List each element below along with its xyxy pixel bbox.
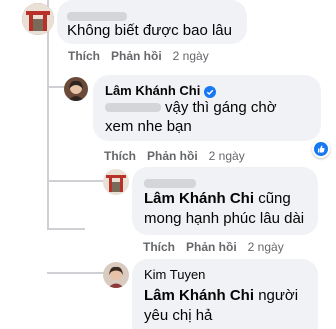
thread-line: [47, 0, 49, 230]
comment-text: mong hạnh phúc lâu dài: [144, 210, 305, 227]
comment-actions: Thích Phản hồi 2 ngày: [143, 240, 284, 254]
reaction-badge[interactable]: [312, 140, 330, 158]
timestamp[interactable]: 2 ngày: [248, 240, 284, 254]
mention-link[interactable]: Lâm Khánh Chi: [144, 287, 254, 304]
tagged-name-hidden: [105, 103, 161, 113]
avatar[interactable]: [103, 169, 129, 195]
comment-text: Không biết được bao lâu: [67, 22, 232, 39]
comment-bubble: Lâm Khánh Chi cũng mong hạnh phúc lâu dà…: [132, 167, 318, 235]
avatar-image-icon: [103, 262, 129, 288]
reply-button[interactable]: Phản hồi: [111, 49, 162, 63]
comment-text: người: [258, 287, 299, 304]
avatar[interactable]: [103, 262, 129, 288]
avatar-image-icon: [22, 3, 54, 35]
thumbs-up-icon: [314, 142, 328, 156]
like-button[interactable]: Thích: [104, 149, 136, 163]
timestamp[interactable]: 2 ngày: [173, 49, 209, 63]
like-button[interactable]: Thích: [143, 240, 175, 254]
thread-line: [47, 180, 105, 182]
comment-text: cũng: [258, 190, 291, 207]
avatar[interactable]: [64, 77, 88, 101]
verified-badge-icon: [204, 85, 217, 98]
comment-bubble: Không biết được bao lâu: [57, 0, 247, 44]
reply-button[interactable]: Phản hồi: [147, 149, 198, 163]
thread-line: [47, 86, 65, 88]
comment-bubble: Kim Tuyen Lâm Khánh Chi người yêu chị hả: [132, 259, 318, 329]
thread-line: [47, 228, 85, 230]
timestamp[interactable]: 2 ngày: [209, 149, 245, 163]
comment-text: xem nhe bạn: [105, 118, 192, 135]
comment-line: Lâm Khánh Chi người: [144, 286, 298, 305]
author-name[interactable]: Lâm Khánh Chi: [105, 83, 200, 98]
avatar-image-icon: [64, 77, 88, 101]
comment-line: Lâm Khánh Chi cũng: [144, 189, 291, 208]
author-name[interactable]: Kim Tuyen: [144, 267, 205, 282]
comment-line: vậy thì gáng chờ: [105, 98, 277, 117]
comment-actions: Thích Phản hồi 2 ngày: [104, 149, 245, 163]
comment-bubble: Lâm Khánh Chi vậy thì gáng chờ xem nhe b…: [93, 75, 321, 141]
thread-line: [47, 272, 105, 274]
avatar-image-icon: [103, 169, 129, 195]
mention-link[interactable]: Lâm Khánh Chi: [144, 190, 254, 207]
reply-button[interactable]: Phản hồi: [186, 240, 237, 254]
comment-text: yêu chị hả: [144, 307, 213, 324]
like-button[interactable]: Thích: [68, 49, 100, 63]
avatar[interactable]: [22, 3, 54, 35]
comment-text: vậy thì gáng chờ: [165, 99, 277, 116]
author-row: Lâm Khánh Chi: [105, 83, 217, 98]
comment-actions: Thích Phản hồi 2 ngày: [68, 49, 209, 63]
